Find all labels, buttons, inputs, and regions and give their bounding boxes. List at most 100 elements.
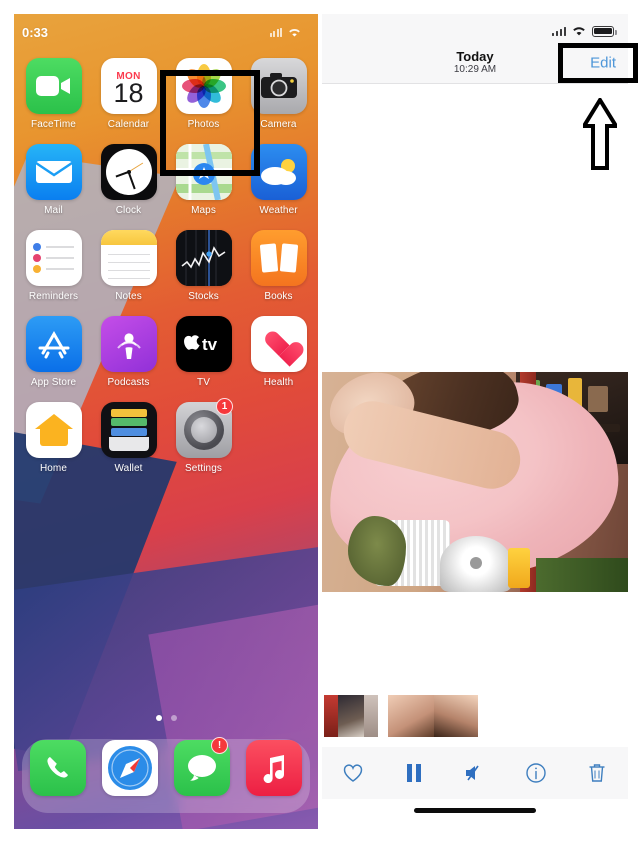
iphone-home-screen: 0:33 FaceTime MON 18 Calendar Photos Cam… bbox=[14, 14, 318, 829]
wifi-icon bbox=[289, 28, 300, 37]
app-icon-podcasts[interactable]: Podcasts bbox=[91, 316, 166, 388]
pause-icon[interactable] bbox=[405, 763, 423, 783]
info-circle-icon[interactable] bbox=[525, 762, 547, 784]
bottom-padding bbox=[322, 799, 628, 829]
cellular-signal-icon bbox=[269, 27, 282, 37]
app-icon-wallet[interactable]: Wallet bbox=[91, 402, 166, 474]
clock-icon bbox=[100, 144, 157, 200]
photo-title-group: Today 10:29 AM bbox=[453, 48, 497, 76]
screenshot-stage: 0:33 FaceTime MON 18 Calendar Photos Cam… bbox=[0, 0, 640, 843]
heart-icon[interactable] bbox=[342, 763, 364, 783]
battery-full-icon bbox=[592, 25, 617, 37]
app-label: TV bbox=[197, 377, 210, 388]
wallpaper-shard bbox=[14, 546, 318, 772]
photo-toolbar bbox=[322, 747, 628, 799]
status-bar bbox=[322, 14, 628, 42]
reminders-icon bbox=[25, 230, 82, 286]
app-label: Maps bbox=[191, 205, 216, 216]
app-label: Home bbox=[39, 463, 68, 474]
app-label: Settings bbox=[185, 463, 222, 474]
app-icon-facetime[interactable]: FaceTime bbox=[16, 58, 91, 130]
mail-icon bbox=[25, 144, 82, 200]
cellular-signal-icon bbox=[551, 26, 566, 36]
health-icon bbox=[250, 316, 307, 372]
app-label: Calendar bbox=[107, 119, 150, 130]
page-dot-1[interactable] bbox=[155, 715, 162, 721]
app-icon-home[interactable]: Home bbox=[16, 402, 91, 474]
notes-icon bbox=[100, 230, 157, 286]
app-label: Camera bbox=[260, 119, 297, 130]
app-label: Stocks bbox=[188, 291, 219, 302]
app-label: Weather bbox=[259, 205, 298, 216]
home-icon bbox=[25, 402, 82, 458]
app-icon-maps[interactable]: Maps bbox=[166, 144, 241, 216]
photo-time: 10:29 AM bbox=[453, 64, 497, 76]
app-icon-calendar[interactable]: MON 18 Calendar bbox=[91, 58, 166, 130]
up-arrow-annotation bbox=[583, 98, 617, 170]
edit-highlight-box bbox=[558, 43, 638, 83]
app-label: Photos bbox=[187, 119, 220, 130]
dock-item-messages[interactable]: ! Messages bbox=[174, 737, 230, 812]
app-label: Notes bbox=[115, 291, 142, 302]
app-store-icon bbox=[25, 316, 82, 372]
wifi-icon bbox=[573, 27, 585, 36]
settings-badge: 1 bbox=[216, 398, 233, 415]
wallet-icon bbox=[100, 402, 157, 458]
app-icon-camera[interactable]: Camera bbox=[241, 58, 316, 130]
app-label: Books bbox=[264, 291, 293, 302]
music-icon bbox=[246, 740, 302, 796]
maps-icon bbox=[175, 144, 232, 200]
app-label: App Store bbox=[30, 377, 77, 388]
camera-icon bbox=[250, 58, 307, 114]
weather-icon bbox=[250, 144, 307, 200]
photo-date: Today bbox=[456, 48, 494, 64]
phone-icon bbox=[30, 740, 86, 796]
safari-icon bbox=[102, 740, 158, 796]
app-icon-app-store[interactable]: App Store bbox=[16, 316, 91, 388]
app-label: Reminders bbox=[28, 291, 79, 302]
app-icon-tv[interactable]: tv TV bbox=[166, 316, 241, 388]
photo-media[interactable] bbox=[322, 372, 628, 592]
app-label: Health bbox=[263, 377, 294, 388]
page-dot-2[interactable] bbox=[170, 715, 177, 721]
svg-text:tv: tv bbox=[202, 335, 218, 354]
app-icon-notes[interactable]: Notes bbox=[91, 230, 166, 302]
podcasts-icon bbox=[100, 316, 157, 372]
dock-item-safari[interactable]: Safari bbox=[102, 740, 158, 812]
page-dots[interactable] bbox=[14, 715, 318, 721]
app-label: Mail bbox=[44, 205, 63, 216]
app-label: Podcasts bbox=[107, 377, 150, 388]
app-icon-reminders[interactable]: Reminders bbox=[16, 230, 91, 302]
app-icon-grid: FaceTime MON 18 Calendar Photos Camera M… bbox=[14, 58, 318, 474]
dock-item-music[interactable]: Music bbox=[246, 740, 302, 812]
app-icon-stocks[interactable]: Stocks bbox=[166, 230, 241, 302]
books-icon bbox=[250, 230, 307, 286]
app-icon-health[interactable]: Health bbox=[241, 316, 316, 388]
tv-icon: tv bbox=[175, 316, 232, 372]
app-label: Wallet bbox=[114, 463, 143, 474]
app-label: Clock bbox=[115, 205, 142, 216]
app-icon-photos[interactable]: Photos bbox=[166, 58, 241, 130]
facetime-icon bbox=[25, 58, 82, 114]
app-icon-clock[interactable]: Clock bbox=[91, 144, 166, 216]
app-icon-mail[interactable]: Mail bbox=[16, 144, 91, 216]
grid-spacer bbox=[241, 402, 316, 474]
app-icon-settings[interactable]: 1 Settings bbox=[166, 398, 241, 474]
dock: Phone Safari ! Messages bbox=[22, 737, 310, 813]
stocks-icon bbox=[175, 230, 232, 286]
app-icon-books[interactable]: Books bbox=[241, 230, 316, 302]
speaker-mute-icon[interactable] bbox=[463, 763, 487, 783]
dock-item-phone[interactable]: Phone bbox=[30, 740, 86, 812]
home-indicator[interactable] bbox=[414, 808, 536, 813]
app-icon-weather[interactable]: Weather bbox=[241, 144, 316, 216]
calendar-day: 18 bbox=[113, 78, 144, 109]
app-label: FaceTime bbox=[31, 119, 76, 130]
trash-icon[interactable] bbox=[587, 762, 607, 784]
photos-icon bbox=[175, 58, 232, 114]
photo-filmstrip[interactable] bbox=[322, 695, 478, 737]
status-bar: 0:33 bbox=[14, 14, 318, 44]
filmstrip-thumbnail[interactable] bbox=[324, 695, 378, 737]
filmstrip-thumbnail[interactable] bbox=[388, 695, 478, 737]
messages-badge: ! bbox=[211, 737, 228, 754]
wallpaper-shard bbox=[14, 430, 177, 758]
